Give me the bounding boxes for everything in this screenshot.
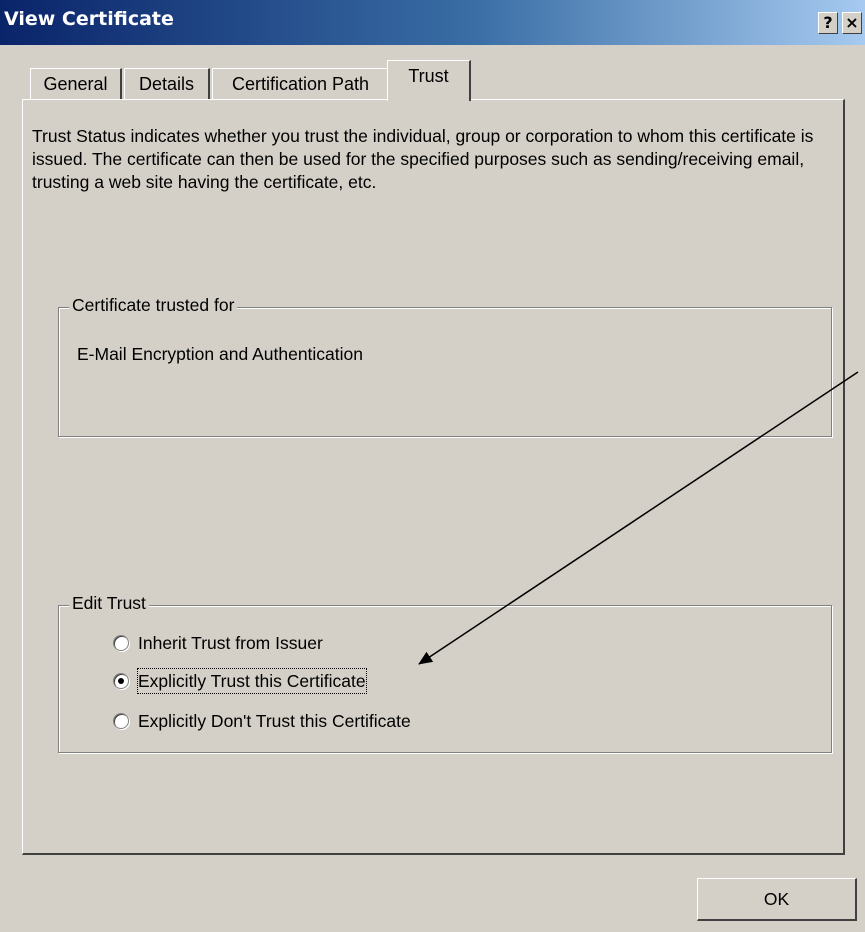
annotation-arrow [418,371,859,665]
view-certificate-window: View Certificate ? × General Details Cer… [0,0,865,932]
arrow-line [418,371,859,665]
tab-trust[interactable]: Trust [387,60,471,101]
